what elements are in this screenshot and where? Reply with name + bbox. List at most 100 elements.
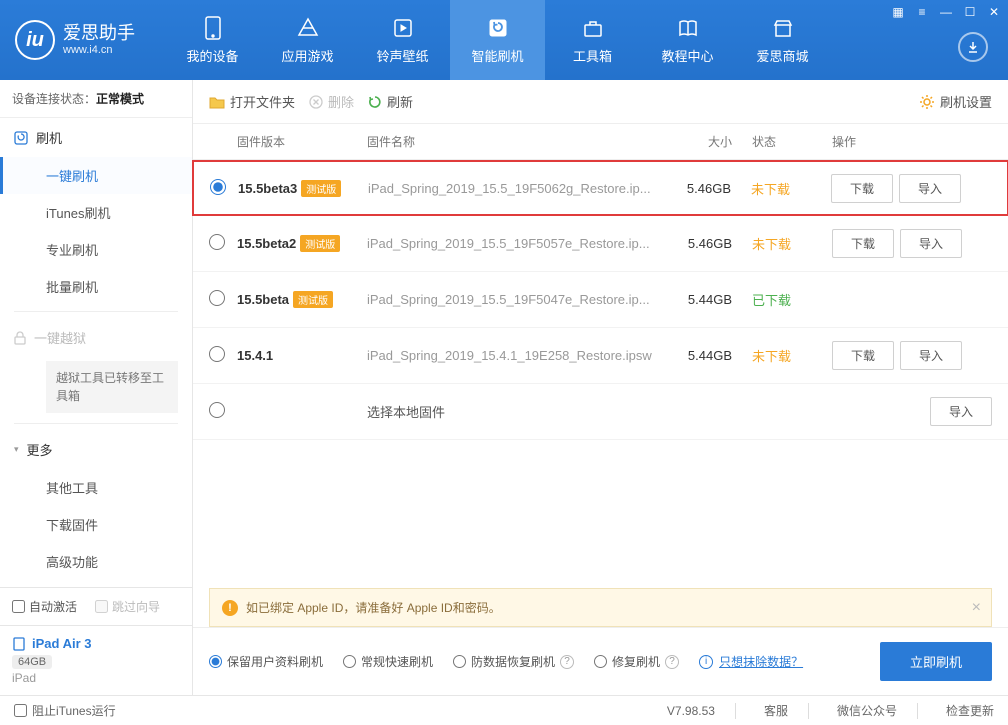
fw-size: 5.46GB (661, 181, 751, 196)
firmware-row[interactable]: 15.4.1 iPad_Spring_2019_15.4.1_19E258_Re… (193, 328, 1008, 384)
sidebar-item-itunes[interactable]: iTunes刷机 (0, 194, 192, 231)
app-site: www.i4.cn (63, 44, 135, 57)
window-grid-icon[interactable]: ▦ (890, 4, 906, 20)
fw-filename: iPad_Spring_2019_15.5_19F5062g_Restore.i… (368, 181, 651, 196)
refresh-button[interactable]: 刷新 (368, 92, 413, 111)
skip-guide-checkbox[interactable]: 跳过向导 (95, 598, 160, 615)
gear-icon (919, 94, 935, 110)
opt-repair[interactable]: 修复刷机 ? (594, 653, 679, 670)
col-name: 固件名称 (367, 133, 662, 150)
window-controls: ▦ ≡ — ☐ ✕ (890, 4, 1002, 20)
sidebar-item-pro[interactable]: 专业刷机 (0, 231, 192, 268)
sidebar-item-batch[interactable]: 批量刷机 (0, 268, 192, 305)
nav-apps[interactable]: 应用游戏 (260, 0, 355, 80)
download-button[interactable]: 下载 (831, 174, 893, 203)
window-menu-icon[interactable]: ≡ (914, 4, 930, 20)
folder-icon (209, 95, 225, 109)
sidebar-item-onekey[interactable]: 一键刷机 (0, 157, 192, 194)
device-type: iPad (12, 671, 180, 685)
flash-options-bar: 保留用户资料刷机 常规快速刷机 防数据恢复刷机 ? 修复刷机 ? i 只想抹除数据… (193, 627, 1008, 695)
help-icon[interactable]: ? (665, 655, 679, 669)
start-flash-button[interactable]: 立即刷机 (880, 642, 992, 681)
sidebar-section-flash[interactable]: 刷机 (0, 118, 192, 157)
download-button[interactable]: 下载 (832, 341, 894, 370)
sidebar-section-more[interactable]: ▾ 更多 (0, 430, 192, 469)
nav-store[interactable]: 爱思商城 (735, 0, 830, 80)
flash-settings-button[interactable]: 刷机设置 (919, 92, 992, 111)
auto-activate-row: 自动激活 跳过向导 (0, 588, 192, 626)
fw-status: 未下载 (751, 182, 790, 197)
logo-text: 爱思助手 www.i4.cn (63, 23, 135, 58)
book-icon (676, 16, 700, 40)
import-button[interactable]: 导入 (900, 229, 962, 258)
download-manager-button[interactable] (958, 32, 988, 62)
fw-version: 15.5beta2 (237, 236, 296, 251)
firmware-radio[interactable] (210, 179, 226, 195)
col-version: 固件版本 (237, 133, 367, 150)
tablet-icon (12, 637, 26, 651)
close-notice-button[interactable]: × (972, 599, 981, 617)
wechat-link[interactable]: 微信公众号 (837, 702, 897, 719)
phone-icon (201, 16, 225, 40)
open-folder-button[interactable]: 打开文件夹 (209, 92, 295, 111)
import-button[interactable]: 导入 (900, 341, 962, 370)
nav-ringtone[interactable]: 铃声壁纸 (355, 0, 450, 80)
erase-link[interactable]: 只想抹除数据？ (719, 653, 803, 670)
sidebar-item-other-tools[interactable]: 其他工具 (0, 469, 192, 506)
help-icon[interactable]: ? (560, 655, 574, 669)
firmware-row[interactable]: 15.5beta2测试版 iPad_Spring_2019_15.5_19F50… (193, 216, 1008, 272)
divider (14, 311, 178, 312)
beta-tag: 测试版 (293, 291, 333, 308)
statusbar: 阻止iTunes运行 V7.98.53 客服 微信公众号 检查更新 (0, 695, 1008, 725)
window-maximize-icon[interactable]: ☐ (962, 4, 978, 20)
block-itunes-checkbox[interactable]: 阻止iTunes运行 (14, 702, 116, 719)
fw-filename: iPad_Spring_2019_15.5_19F5057e_Restore.i… (367, 236, 650, 251)
fw-version: 15.4.1 (237, 348, 273, 363)
firmware-radio[interactable] (209, 234, 225, 250)
fw-size: 5.44GB (662, 348, 752, 363)
delete-icon (309, 95, 323, 109)
firmware-row[interactable]: 15.5beta3测试版 iPad_Spring_2019_15.5_19F50… (192, 160, 1008, 216)
import-button[interactable]: 导入 (899, 174, 961, 203)
main-content: 打开文件夹 删除 刷新 刷机设置 固件版本 固件名称 大小 状态 操作 (193, 80, 1008, 695)
fw-version: 15.5beta (237, 292, 289, 307)
version-label: V7.98.53 (667, 704, 715, 718)
toolbox-icon (581, 16, 605, 40)
check-update-link[interactable]: 检查更新 (946, 702, 994, 719)
store-icon (771, 16, 795, 40)
sidebar: 设备连接状态：正常模式 刷机 一键刷机 iTunes刷机 专业刷机 批量刷机 一… (0, 80, 193, 695)
window-close-icon[interactable]: ✕ (986, 4, 1002, 20)
fw-size: 5.44GB (662, 292, 752, 307)
beta-tag: 测试版 (301, 180, 341, 197)
flash-icon (14, 131, 28, 145)
local-fw-radio[interactable] (209, 402, 225, 418)
warning-icon: ! (222, 600, 238, 616)
firmware-radio[interactable] (209, 346, 225, 362)
divider (14, 423, 178, 424)
jailbreak-note: 越狱工具已转移至工具箱 (46, 361, 178, 413)
info-icon[interactable]: i (699, 655, 713, 669)
nav-tutorial[interactable]: 教程中心 (640, 0, 735, 80)
sidebar-item-advanced[interactable]: 高级功能 (0, 543, 192, 580)
fw-filename: iPad_Spring_2019_15.4.1_19E258_Restore.i… (367, 348, 652, 363)
opt-keep-data[interactable]: 保留用户资料刷机 (209, 653, 323, 670)
support-link[interactable]: 客服 (764, 702, 788, 719)
firmware-radio[interactable] (209, 290, 225, 306)
opt-recover[interactable]: 防数据恢复刷机 ? (453, 653, 574, 670)
opt-normal[interactable]: 常规快速刷机 (343, 653, 433, 670)
firmware-row[interactable]: 15.5beta测试版 iPad_Spring_2019_15.5_19F504… (193, 272, 1008, 328)
import-button[interactable]: 导入 (930, 397, 992, 426)
col-status: 状态 (752, 133, 832, 150)
sidebar-item-download-fw[interactable]: 下载固件 (0, 506, 192, 543)
device-block[interactable]: iPad Air 3 64GB iPad (0, 626, 192, 695)
auto-activate-checkbox[interactable]: 自动激活 (12, 598, 77, 615)
nav-my-device[interactable]: 我的设备 (165, 0, 260, 80)
refresh-icon (486, 16, 510, 40)
nav-toolbox[interactable]: 工具箱 (545, 0, 640, 80)
download-button[interactable]: 下载 (832, 229, 894, 258)
window-minimize-icon[interactable]: — (938, 4, 954, 20)
nav-flash[interactable]: 智能刷机 (450, 0, 545, 80)
delete-button: 删除 (309, 92, 354, 111)
fw-status: 已下载 (752, 293, 791, 308)
local-firmware-row[interactable]: 选择本地固件 导入 (193, 384, 1008, 440)
